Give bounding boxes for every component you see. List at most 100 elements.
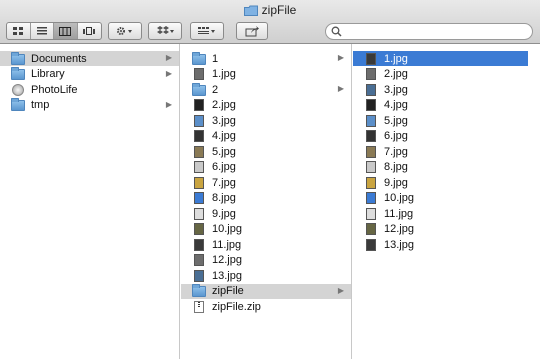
item-label: 11.jpg bbox=[384, 207, 414, 220]
file-row[interactable]: 8.jpg bbox=[353, 160, 528, 175]
folder-icon bbox=[192, 51, 206, 65]
file-row[interactable]: 3.jpg bbox=[353, 82, 528, 97]
folder-row[interactable]: 2 ▶ bbox=[181, 82, 351, 97]
file-row[interactable]: 2.jpg bbox=[181, 98, 351, 113]
zip-row[interactable]: zipFile.zip bbox=[181, 299, 351, 314]
file-row[interactable]: 4.jpg bbox=[181, 129, 351, 144]
folder-icon bbox=[11, 98, 25, 111]
file-row[interactable]: 10.jpg bbox=[181, 222, 351, 237]
share-button[interactable] bbox=[236, 22, 268, 40]
image-thumbnail-icon bbox=[364, 238, 378, 251]
file-row[interactable]: 1.jpg bbox=[353, 51, 528, 66]
image-thumbnail-icon bbox=[364, 223, 378, 235]
file-row[interactable]: 9.jpg bbox=[181, 206, 351, 221]
window-title-text: zipFile bbox=[261, 3, 297, 17]
disclosure-arrow-icon: ▶ bbox=[165, 68, 172, 78]
file-row[interactable]: 2.jpg bbox=[353, 67, 528, 82]
item-label: zipFile.zip bbox=[212, 300, 261, 313]
file-row[interactable]: 9.jpg bbox=[353, 175, 528, 190]
column-view-icon bbox=[59, 26, 72, 36]
action-menu-button[interactable] bbox=[108, 22, 142, 40]
finder-window: zipFile Documents ▶ Library ▶ PhotoLife … bbox=[0, 0, 540, 359]
folder-row[interactable]: tmp ▶ bbox=[0, 98, 179, 113]
item-label: 6.jpg bbox=[212, 161, 236, 173]
cover-flow-button[interactable] bbox=[78, 23, 101, 39]
item-label: tmp bbox=[31, 99, 50, 111]
image-thumbnail-icon bbox=[364, 130, 378, 142]
file-row[interactable]: 3.jpg bbox=[181, 113, 351, 128]
file-row[interactable]: 1.jpg bbox=[181, 67, 351, 82]
item-label: 2.jpg bbox=[384, 68, 408, 80]
list-view-icon bbox=[36, 27, 47, 35]
file-row[interactable]: 11.jpg bbox=[353, 206, 528, 221]
folder-row[interactable]: 1 ▶ bbox=[181, 51, 351, 66]
view-mode-segmented-control[interactable] bbox=[6, 22, 102, 40]
item-label: 1.jpg bbox=[384, 52, 408, 65]
item-label: Library bbox=[31, 68, 65, 80]
image-thumbnail-icon bbox=[364, 52, 378, 65]
file-row[interactable]: 10.jpg bbox=[353, 191, 528, 206]
item-label: 3.jpg bbox=[212, 114, 236, 127]
item-label: 7.jpg bbox=[212, 176, 236, 189]
icon-view-icon bbox=[13, 27, 24, 35]
item-label: 2 bbox=[212, 83, 219, 96]
image-thumbnail-icon bbox=[364, 207, 378, 220]
share-icon bbox=[245, 25, 259, 36]
list-view-button[interactable] bbox=[31, 23, 54, 39]
image-thumbnail-icon bbox=[364, 83, 378, 96]
toolbar: zipFile bbox=[0, 0, 540, 44]
image-thumbnail-icon bbox=[192, 238, 206, 251]
item-label: 9.jpg bbox=[212, 207, 236, 220]
image-thumbnail-icon bbox=[192, 223, 206, 235]
item-label: 13.jpg bbox=[384, 238, 414, 251]
folder-row[interactable]: Library ▶ bbox=[0, 67, 179, 82]
arrange-button[interactable] bbox=[190, 22, 224, 40]
search-input[interactable] bbox=[344, 24, 528, 40]
image-thumbnail-icon bbox=[192, 161, 206, 173]
file-row[interactable]: 12.jpg bbox=[181, 253, 351, 268]
item-label: 5.jpg bbox=[384, 114, 408, 127]
disclosure-arrow-icon: ▶ bbox=[337, 84, 344, 93]
app-icon bbox=[11, 83, 25, 96]
item-label: 1.jpg bbox=[212, 68, 236, 80]
folder-icon bbox=[192, 82, 206, 96]
image-thumbnail-icon bbox=[192, 176, 206, 189]
item-label: 11.jpg bbox=[212, 238, 242, 251]
file-row[interactable]: 4.jpg bbox=[353, 98, 528, 113]
dropbox-icon bbox=[157, 26, 174, 34]
folder-row[interactable]: Documents ▶ bbox=[0, 51, 179, 66]
file-row[interactable]: 8.jpg bbox=[181, 191, 351, 206]
item-label: 12.jpg bbox=[212, 254, 242, 266]
file-row[interactable]: 13.jpg bbox=[353, 237, 528, 252]
file-row[interactable]: 12.jpg bbox=[353, 222, 528, 237]
folder-row[interactable]: zipFile ▶ bbox=[181, 283, 351, 299]
file-row[interactable]: 5.jpg bbox=[353, 113, 528, 128]
image-thumbnail-icon bbox=[364, 68, 378, 80]
item-label: 13.jpg bbox=[212, 269, 242, 282]
icon-view-button[interactable] bbox=[7, 23, 31, 39]
item-label: Documents bbox=[31, 52, 87, 65]
app-row[interactable]: PhotoLife bbox=[0, 82, 179, 97]
dropbox-button[interactable] bbox=[148, 22, 182, 40]
item-label: 4.jpg bbox=[384, 99, 408, 111]
arrange-icon bbox=[198, 27, 215, 34]
item-label: 1 bbox=[212, 52, 219, 65]
column-view-button[interactable] bbox=[54, 23, 78, 39]
item-label: 2.jpg bbox=[212, 99, 236, 111]
file-row[interactable]: 6.jpg bbox=[353, 129, 528, 144]
file-row[interactable]: 7.jpg bbox=[181, 175, 351, 190]
file-row[interactable]: 6.jpg bbox=[181, 160, 351, 175]
column-1: Documents ▶ Library ▶ PhotoLife tmp ▶ bbox=[0, 44, 180, 359]
item-label: 4.jpg bbox=[212, 130, 236, 142]
image-thumbnail-icon bbox=[192, 269, 206, 282]
file-row[interactable]: 11.jpg bbox=[181, 237, 351, 252]
image-thumbnail-icon bbox=[364, 145, 378, 158]
file-row[interactable]: 13.jpg bbox=[181, 268, 351, 283]
file-row[interactable]: 5.jpg bbox=[181, 144, 351, 159]
file-row[interactable]: 7.jpg bbox=[353, 144, 528, 159]
disclosure-arrow-icon: ▶ bbox=[165, 99, 172, 109]
folder-icon bbox=[243, 5, 258, 19]
search-field[interactable] bbox=[325, 23, 533, 40]
item-label: 6.jpg bbox=[384, 130, 408, 142]
item-label: 12.jpg bbox=[384, 223, 414, 235]
